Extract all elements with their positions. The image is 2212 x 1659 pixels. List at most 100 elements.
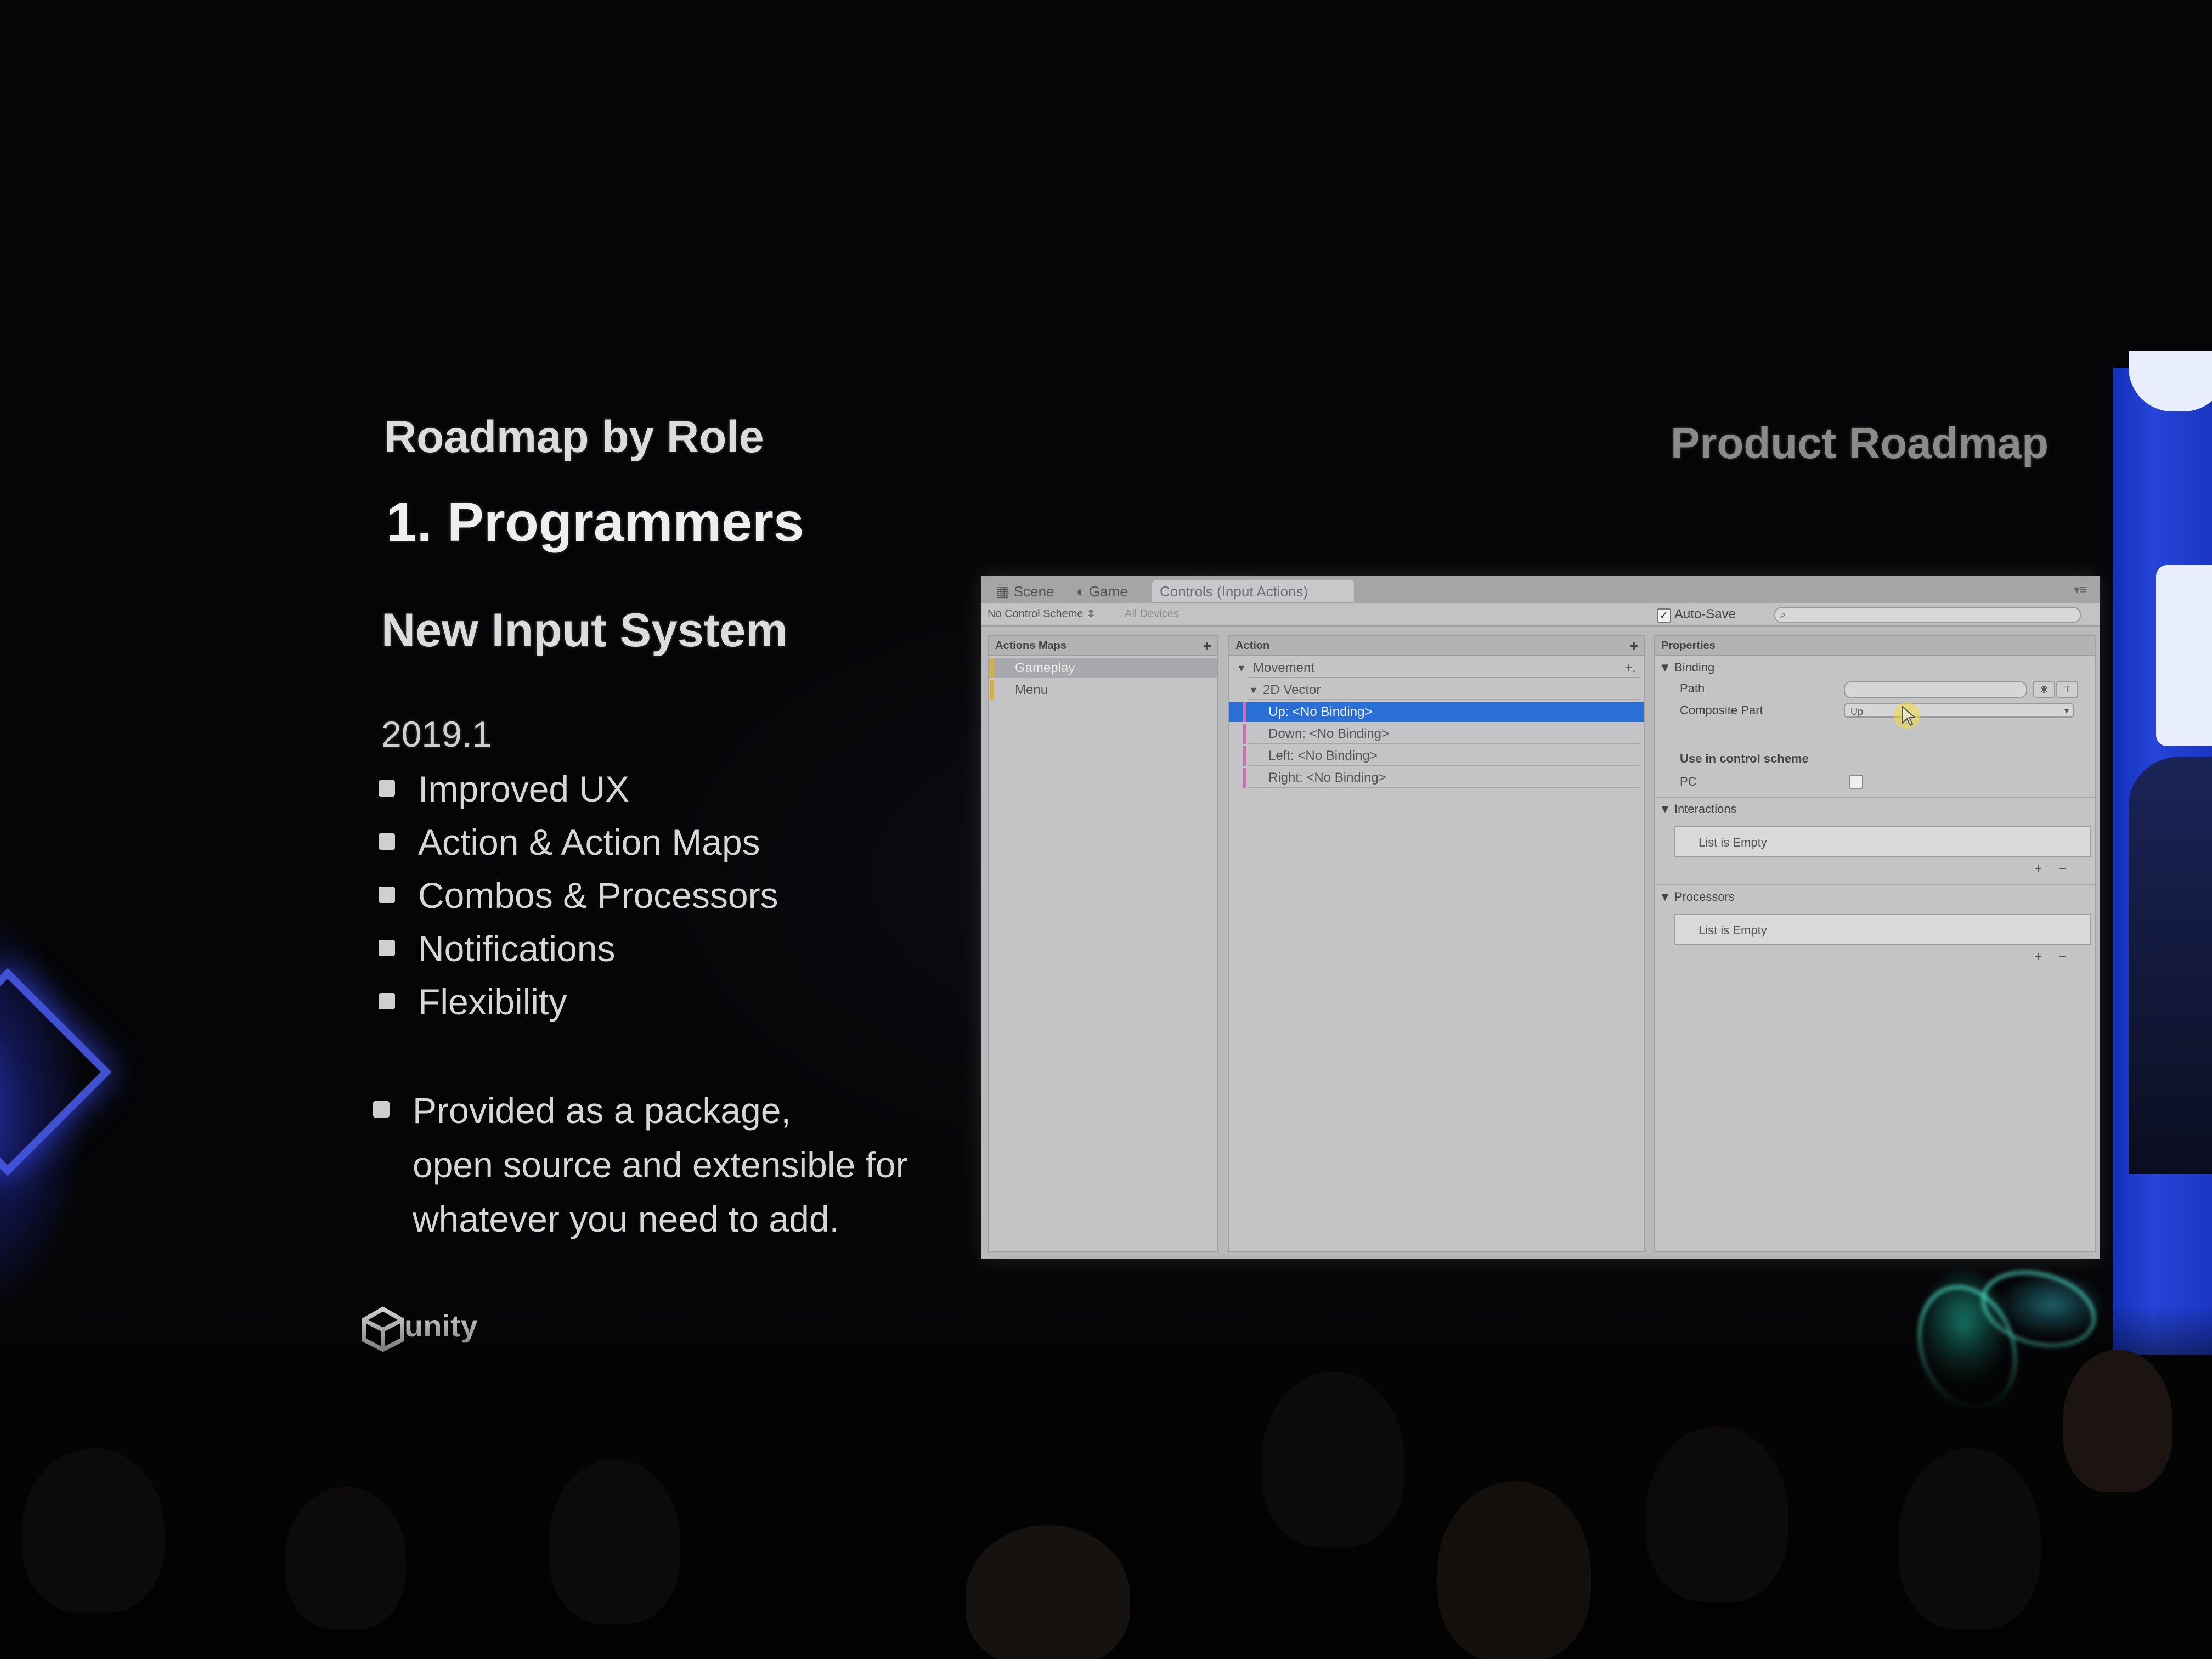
triangle-down-icon: ▼	[1237, 663, 1246, 674]
remove-processor-icon[interactable]: −	[2058, 949, 2066, 964]
binding-row-label: Up: <No Binding>	[1268, 704, 1373, 719]
action-row-2d-vector[interactable]: ▼ 2D Vector	[1229, 680, 1644, 700]
tab-game[interactable]: ◐ Game	[1069, 580, 1150, 602]
scheme-pc-checkbox[interactable]	[1849, 775, 1863, 789]
devices-dropdown[interactable]: All Devices	[1125, 606, 1234, 622]
text-mode-button[interactable]: T	[2056, 681, 2078, 698]
scene-icon: ▦	[996, 583, 1014, 600]
slide-section-title: Roadmap by Role	[384, 412, 764, 462]
audience-head	[1646, 1426, 1788, 1602]
tab-controls-label: Controls (Input Actions)	[1160, 583, 1308, 600]
processors-section-label: Processors	[1674, 890, 1735, 904]
row-divider	[1248, 765, 1640, 766]
composite-part-dropdown[interactable]: Up ▾	[1844, 703, 2074, 718]
tab-scene-label: Scene	[1013, 583, 1054, 600]
triangle-down-icon: ▼	[1659, 802, 1674, 816]
slide-package-note-text: Provided as a package, open source and e…	[413, 1090, 908, 1239]
search-input[interactable]: ⌕	[1774, 607, 2081, 623]
audience-head	[285, 1487, 406, 1629]
path-field[interactable]	[1844, 681, 2027, 698]
bullet-square-icon	[379, 780, 395, 797]
interactions-foldout[interactable]: ▼ Interactions	[1659, 802, 1737, 816]
slide-bullet-text: Notifications	[418, 928, 616, 969]
action-maps-header: Actions Maps +	[989, 636, 1217, 656]
triangle-down-icon: ▼	[1249, 685, 1259, 696]
auto-save-toggle[interactable]: ✓ Auto-Save	[1657, 606, 1767, 623]
interactions-empty-text: List is Empty	[1699, 836, 1767, 849]
add-icon[interactable]: +	[1203, 636, 1211, 655]
path-label: Path	[1680, 681, 1705, 695]
binding-row-up[interactable]: Up: <No Binding>	[1229, 702, 1644, 722]
slide-bullet: Action & Action Maps	[379, 816, 993, 869]
action-row-label: Movement	[1253, 661, 1315, 675]
properties-header: Properties	[1655, 636, 2095, 656]
actions-header: Action +	[1229, 636, 1644, 656]
row-divider	[1248, 699, 1640, 700]
binding-foldout[interactable]: ▼ Binding	[1659, 661, 1714, 675]
bullet-square-icon	[379, 940, 395, 956]
presenter-silhouette	[2129, 757, 2212, 1174]
map-color-stripe	[990, 658, 994, 678]
audience-head	[2063, 1350, 2172, 1492]
composite-part-value: Up	[1850, 706, 1864, 717]
processors-foldout[interactable]: ▼ Processors	[1659, 890, 1735, 904]
slide-topic-title: 1. Programmers	[386, 492, 804, 553]
auto-save-checkbox[interactable]: ✓	[1657, 608, 1671, 623]
bullet-square-icon	[379, 993, 395, 1009]
slide-bullet-text: Flexibility	[418, 981, 567, 1022]
map-color-stripe	[990, 680, 994, 700]
remove-interaction-icon[interactable]: −	[2058, 861, 2066, 877]
interactions-section-label: Interactions	[1674, 802, 1737, 816]
slide-corner-title: Product Roadmap	[1671, 419, 2049, 467]
action-map-item-menu[interactable]: Menu	[989, 680, 1217, 700]
binding-color-stripe	[1243, 702, 1246, 722]
row-divider	[1248, 677, 1640, 678]
add-icon[interactable]: +	[1630, 636, 1638, 655]
properties-pane: Properties ▼ Binding Path ◉ T Composite …	[1654, 635, 2096, 1252]
action-row-movement[interactable]: ▼ Movement +.	[1229, 658, 1644, 678]
slide-version: 2019.1	[381, 714, 492, 754]
action-map-label: Gameplay	[1015, 661, 1075, 675]
binding-row-down[interactable]: Down: <No Binding>	[1229, 724, 1644, 744]
add-processor-icon[interactable]: +	[2034, 949, 2042, 964]
binding-row-left[interactable]: Left: <No Binding>	[1229, 746, 1644, 766]
stage-background: Roadmap by Role 1. Programmers Product R…	[0, 0, 2212, 1659]
binding-row-right[interactable]: Right: <No Binding>	[1229, 768, 1644, 788]
slide-bullet-text: Improved UX	[418, 769, 630, 809]
action-row-label: 2D Vector	[1263, 682, 1321, 697]
tab-scene[interactable]: ▦ Scene	[989, 580, 1075, 602]
slide-bullet: Combos & Processors	[379, 869, 993, 922]
slide-bullet: Flexibility	[379, 975, 993, 1029]
triangle-down-icon: ▼	[1659, 890, 1674, 904]
row-divider	[1248, 787, 1640, 788]
tab-controls[interactable]: Controls (Input Actions)	[1152, 580, 1354, 602]
devices-value: All Devices	[1125, 608, 1179, 620]
editor-tab-bar: ▦ Scene ◐ Game Controls (Input Actions) …	[981, 576, 2100, 603]
slide-package-note: Provided as a package, open source and e…	[373, 1084, 988, 1246]
slide-bullet-list: Improved UX Action & Action Maps Combos …	[379, 763, 993, 1029]
window-menu-icon[interactable]: ▾≡	[2074, 583, 2092, 596]
divider	[1655, 884, 2095, 885]
add-binding-icon[interactable]: +.	[1624, 658, 1636, 678]
bullet-square-icon	[379, 887, 395, 903]
action-map-item-gameplay[interactable]: Gameplay	[989, 658, 1217, 678]
row-divider	[1248, 743, 1640, 744]
chevron-down-icon: ⇕	[1086, 608, 1096, 620]
listen-button[interactable]: ◉	[2033, 681, 2055, 698]
slide-bullet-text: Combos & Processors	[418, 875, 778, 916]
binding-section-label: Binding	[1674, 661, 1715, 674]
scheme-pc-label: PC	[1680, 775, 1697, 788]
game-icon: ◐	[1076, 583, 1089, 600]
mouse-cursor-icon	[1894, 702, 1920, 729]
audience-silhouettes	[0, 1306, 2212, 1659]
interactions-list: List is Empty	[1674, 826, 2091, 857]
auto-save-label: Auto-Save	[1674, 607, 1736, 622]
input-actions-editor-window: ▦ Scene ◐ Game Controls (Input Actions) …	[981, 576, 2100, 1259]
add-interaction-icon[interactable]: +	[2034, 861, 2042, 877]
slide-bullet: Notifications	[379, 922, 993, 975]
control-scheme-dropdown[interactable]: No Control Scheme ⇕	[988, 606, 1114, 622]
actions-pane: Action + ▼ Movement +. ▼ 2D Vector Up: <No B…	[1228, 635, 1645, 1252]
binding-color-stripe	[1243, 724, 1246, 744]
control-scheme-value: No Control Scheme	[988, 608, 1084, 620]
binding-color-stripe	[1243, 768, 1246, 788]
